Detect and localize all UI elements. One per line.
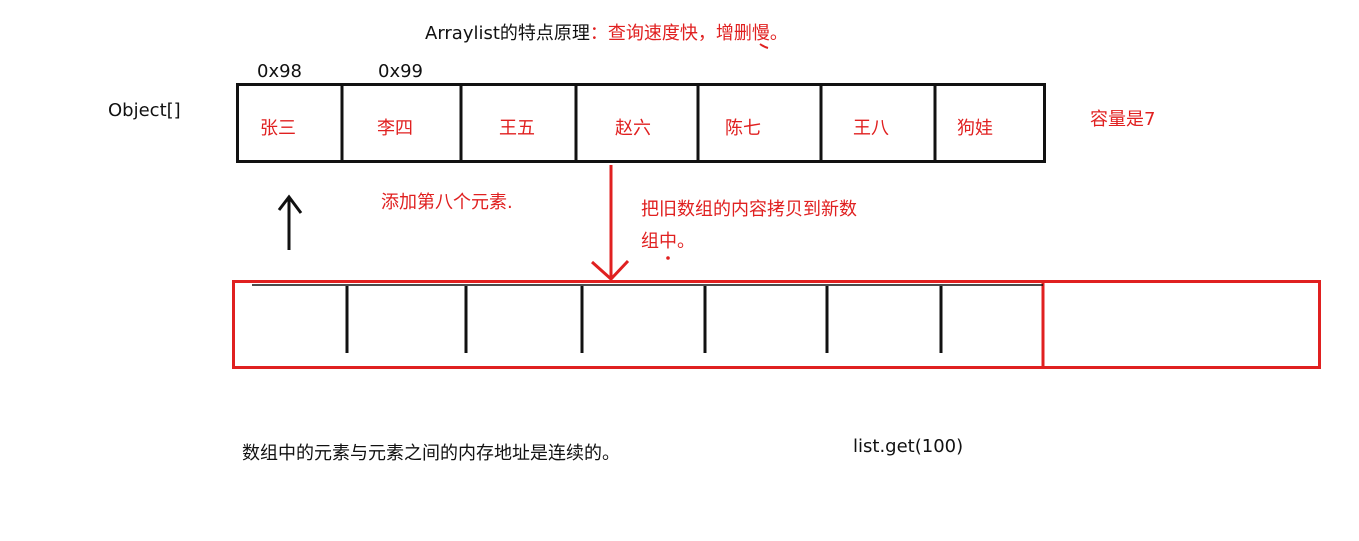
old-array-cell-4: 赵六 <box>615 118 651 139</box>
capacity-label: 容量是7 <box>1090 109 1156 130</box>
new-array-box <box>232 280 1321 369</box>
old-array-cell-7: 狗娃 <box>957 118 993 139</box>
get-call-note: list.get(100) <box>853 436 964 457</box>
old-array-cell-1: 张三 <box>260 118 296 139</box>
old-array-cell-5: 陈七 <box>725 118 761 139</box>
old-array-cell-2: 李四 <box>377 118 413 139</box>
diagram-canvas <box>232 43 1321 369</box>
old-array-cell-6: 王八 <box>853 118 889 139</box>
red-scribble-mark <box>759 43 769 49</box>
copy-label-line2: 组中。 <box>641 231 695 252</box>
contiguous-memory-note: 数组中的元素与元素之间的内存地址是连续的。 <box>242 443 620 464</box>
red-dot-mark <box>666 256 670 260</box>
copy-label-line1: 把旧数组的内容拷贝到新数 <box>641 199 857 220</box>
old-array-cell-3: 王五 <box>499 118 535 139</box>
add-element-label: 添加第八个元素. <box>381 192 513 213</box>
